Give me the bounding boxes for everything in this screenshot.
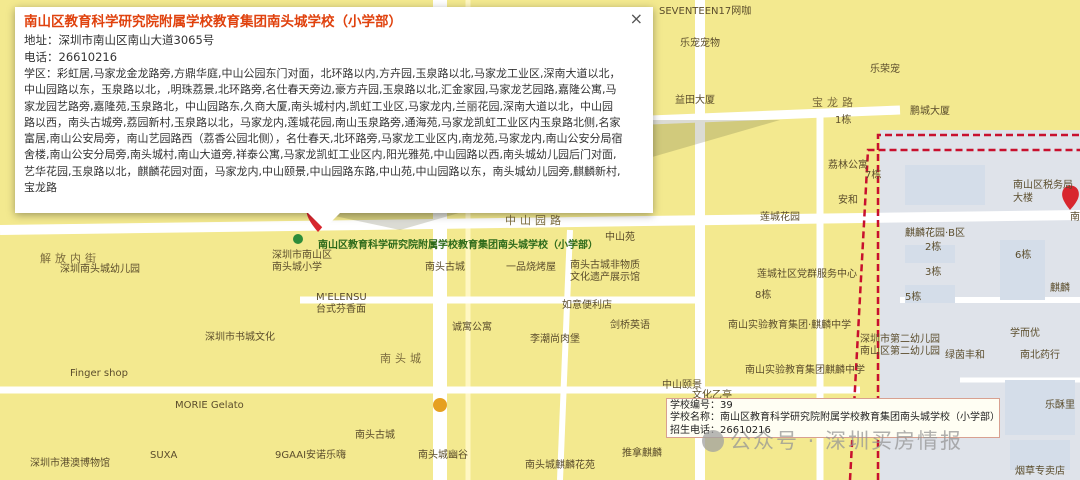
poi-label: 剑桥英语: [610, 320, 650, 331]
poi-label: 8栋: [755, 290, 772, 301]
poi-label: 文化遗产展示馆: [570, 272, 640, 283]
poi-label: M'ELENSU: [316, 292, 367, 303]
wechat-icon: [702, 430, 724, 452]
poi-label: 南头古城非物质: [570, 260, 640, 271]
poi-label: 南头古城: [355, 430, 395, 441]
poi-label: 南山实验教育集团·麒麟中学: [728, 320, 852, 331]
poi-label: 学而优: [1010, 328, 1040, 339]
poi-label: MORIE Gelato: [175, 400, 244, 411]
poi-label: 中山苑: [605, 232, 635, 243]
poi-label: 荔林公寓: [828, 160, 868, 171]
infobox-school-number: 学校编号：39: [670, 400, 733, 411]
poi-label: 6栋: [1015, 250, 1032, 261]
poi-label: 鹏城大厦: [910, 106, 950, 117]
poi-label: 莲城社区党群服务中心: [757, 269, 857, 280]
poi-label: 绿茵丰和: [945, 350, 985, 361]
poi-label: 莲城花园: [760, 212, 800, 223]
poi-label: 南山区第二幼儿园: [860, 346, 940, 357]
poi-label: 深圳市书城文化: [205, 332, 275, 343]
poi-label: 乐酥里: [1045, 400, 1075, 411]
popup-phone: 电话：26610216: [24, 50, 118, 64]
poi-label: SEVENTEEN17网咖: [659, 6, 752, 17]
poi-label: Finger shop: [70, 368, 128, 379]
school-info-popup: × 南山区教育科学研究院附属学校教育集团南头城学校（小学部） 地址：深圳市南山区…: [15, 7, 653, 213]
watermark: 公众号 · 深圳买房情报: [702, 425, 963, 455]
poi-label: 9GAAI安诺乐嗨: [275, 450, 347, 461]
poi-label: 南山区税务局: [1013, 180, 1073, 191]
popup-pointer: [307, 212, 341, 229]
road-label: 中山园路: [505, 214, 565, 227]
mcdonalds-icon: [433, 398, 447, 412]
poi-label: 南头古城: [425, 262, 465, 273]
watermark-text: 公众号 · 深圳买房情报: [730, 429, 964, 453]
green-poi-marker: [293, 234, 303, 244]
road-label: 南头城: [380, 352, 425, 365]
poi-label: 麒麟: [1050, 283, 1070, 294]
poi-label: 5栋: [905, 292, 922, 303]
poi-label: 南头城幽谷: [418, 450, 468, 461]
poi-label: 南山实验教育集团麒麟中学: [745, 365, 865, 376]
poi-label: 南: [1070, 212, 1080, 223]
poi-label: 3栋: [925, 267, 942, 278]
poi-label: 深圳市第二幼儿园: [860, 334, 940, 345]
poi-label: 大楼: [1013, 193, 1033, 204]
poi-label: 深圳南头城幼儿园: [60, 264, 140, 275]
poi-label: 一品烧烤屋: [506, 262, 556, 273]
poi-label: 深圳市南山区: [272, 250, 332, 261]
poi-label: 台式芬香面: [316, 304, 366, 315]
poi-label: 益田大厦: [675, 95, 715, 106]
poi-label: 麒麟花园·B区: [905, 228, 966, 239]
school-marker-label[interactable]: 南山区教育科学研究院附属学校教育集团南头城学校（小学部）: [318, 236, 598, 251]
poi-label: 南头城麒麟花苑: [525, 460, 595, 471]
close-icon[interactable]: ×: [630, 10, 643, 28]
infobox-school-name: 学校名称：南山区教育科学研究院附属学校教育集团南头城学校（小学部）: [670, 412, 1000, 424]
popup-title: 南山区教育科学研究院附属学校教育集团南头城学校（小学部）: [24, 14, 402, 30]
poi-label: SUXA: [150, 450, 178, 461]
road-label: 宝龙路: [812, 96, 857, 109]
poi-label: 南头城小学: [272, 262, 322, 273]
poi-label: 南北药行: [1020, 350, 1060, 361]
poi-label: 烟草专卖店: [1015, 466, 1065, 477]
poi-label: 推拿麒麟: [622, 448, 662, 459]
poi-label: 中山颐景: [662, 380, 702, 391]
poi-label: 诚寓公寓: [452, 322, 492, 333]
poi-label: 如意便利店: [562, 300, 612, 311]
popup-address: 地址：深圳市南山区南山大道3065号: [24, 33, 215, 47]
poi-label: 李潮尚肉堡: [530, 334, 580, 345]
poi-label: 乐宠宠物: [680, 38, 720, 49]
poi-label: 安和: [838, 195, 858, 206]
popup-school-zone: 学区：彩虹居,马家龙金龙路旁,方鼎华庭,中山公园东门对面，北环路以内,方卉园,玉…: [24, 67, 623, 195]
poi-label: 乐荣宠: [870, 64, 900, 75]
poi-label: 7栋: [865, 170, 882, 181]
poi-label: 1栋: [835, 115, 852, 126]
poi-label: 2栋: [925, 242, 942, 253]
poi-label: 深圳市港澳博物馆: [30, 458, 110, 469]
